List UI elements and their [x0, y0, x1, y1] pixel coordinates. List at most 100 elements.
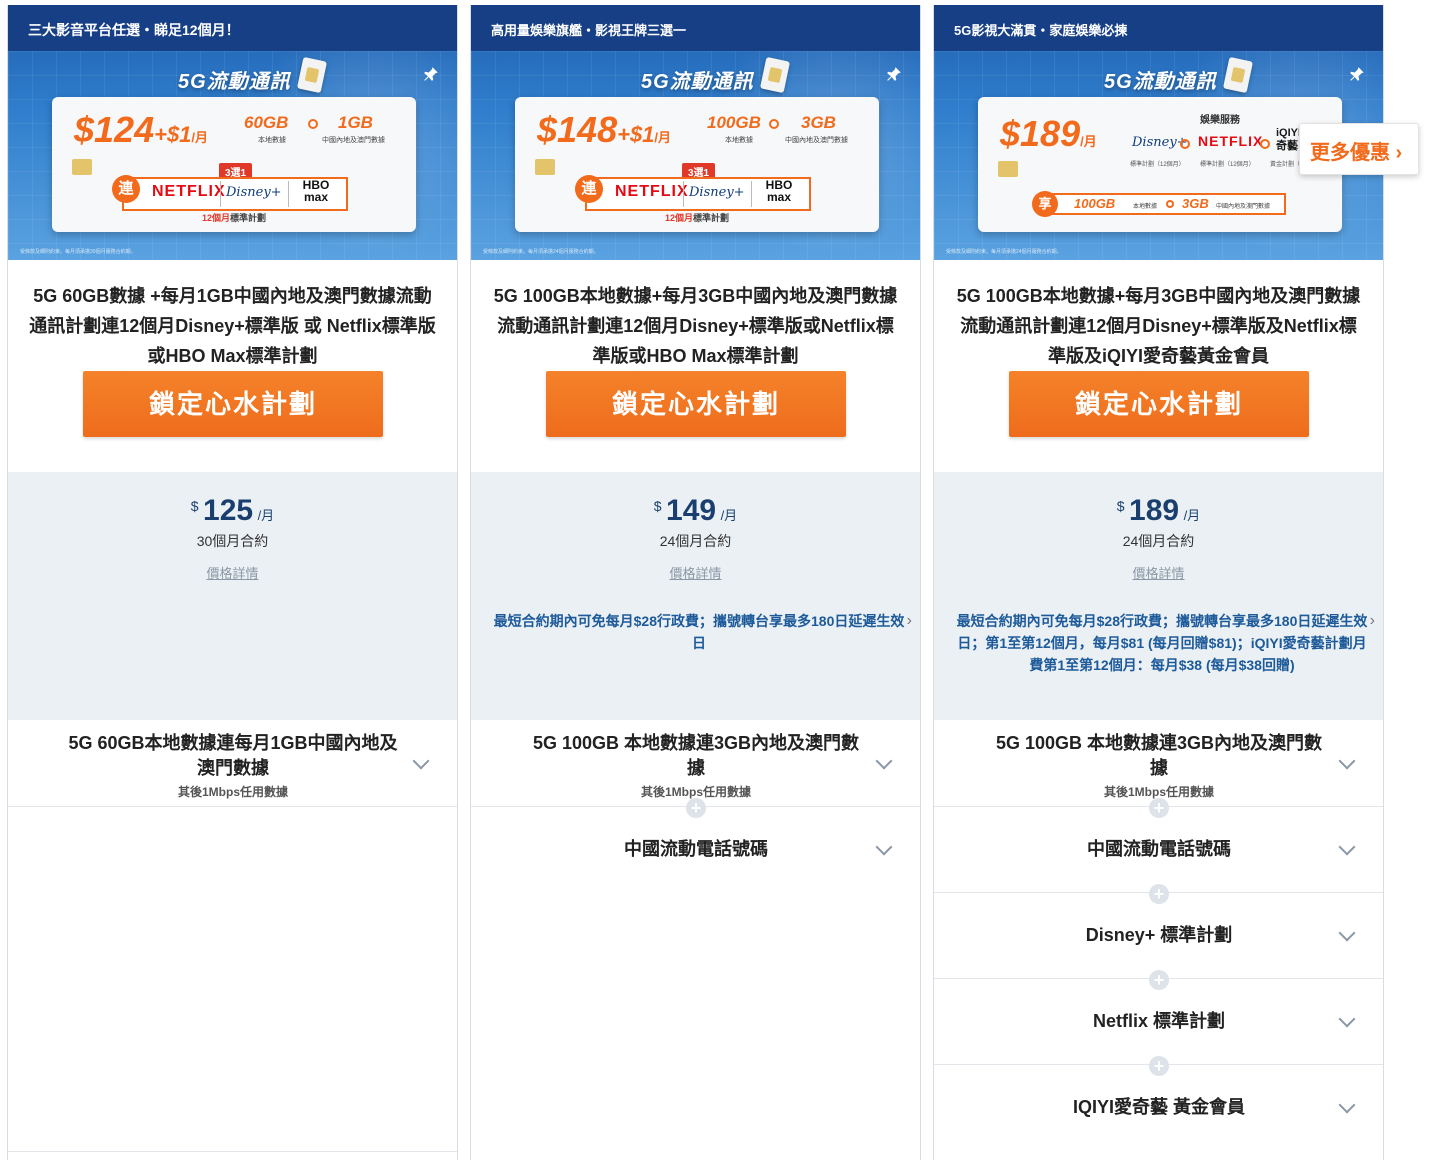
price-currency: $ — [653, 498, 662, 514]
feature-row-number[interactable]: 中國流動電話號碼 — [934, 807, 1383, 893]
promo-text[interactable]: 最短合約期內可免每月$28行政費；攜號轉台享最多180日延遲生效日 — [489, 610, 909, 654]
netflix-logo: NETFLIX — [1198, 133, 1264, 149]
plan-banner[interactable]: 高用量娛樂旗艦・影視王牌三選一 5G流動通訊 $148+$1/月 100GB 本… — [471, 5, 920, 260]
banner-data-china-sub: 中國內地及澳門數據 — [322, 137, 385, 144]
feature-row-data[interactable]: 5G 100GB 本地數據連3GB內地及澳門數據 其後1Mbps任用數據 — [471, 721, 920, 807]
feature-title: 5G 60GB本地數據連每月1GB中國內地及澳門數據 — [68, 733, 398, 778]
plan-card-1: 三大影音平台任選・睇足12個月！ 5G流動通訊 $124+$1/月 60GB 本… — [7, 5, 458, 1160]
feature-title: Netflix 標準計劃 — [1092, 1011, 1225, 1031]
chevron-down-icon[interactable] — [1338, 752, 1356, 770]
plan-standard: 標準計劃 — [693, 213, 730, 223]
entertainment-services-title: 娛樂服務 — [1200, 115, 1240, 126]
banner-price: $124+$1/月 — [74, 109, 208, 151]
pin-icon-svg — [424, 67, 438, 81]
plan-duration: 12個月 — [201, 213, 230, 223]
pin-icon-svg — [887, 67, 901, 81]
feature-row-netflix[interactable]: Netflix 標準計劃 — [934, 979, 1383, 1065]
feature-subtitle: 其後1Mbps任用數據 — [177, 785, 288, 799]
pin-icon[interactable] — [884, 65, 904, 85]
banner-data-local: 100GB — [707, 113, 761, 132]
banner-price-per: /月 — [654, 130, 672, 145]
chevron-down-icon[interactable] — [1338, 1010, 1356, 1028]
plan-duration-note: 12個月標準計劃 — [52, 211, 416, 224]
disney-logo: Disney+ — [226, 185, 282, 200]
feature-title: Disney+ 標準計劃 — [1085, 925, 1233, 945]
price-currency: $ — [1116, 498, 1125, 514]
feature-row-data[interactable]: 5G 100GB 本地數據連3GB內地及澳門數據 其後1Mbps任用數據 — [934, 721, 1383, 807]
monthly-price: $ 125 /月 — [8, 494, 457, 528]
plus-icon — [1166, 200, 1174, 208]
plan-banner[interactable]: 三大影音平台任選・睇足12個月！ 5G流動通訊 $124+$1/月 60GB 本… — [8, 5, 457, 260]
hbo-max-logo: HBO max — [765, 178, 793, 204]
banner-title: 5G流動通訊 — [1104, 71, 1217, 93]
plus-icon — [1260, 139, 1270, 149]
logo-divider — [683, 181, 684, 207]
divider — [8, 1151, 457, 1152]
chevron-down-icon[interactable] — [875, 838, 893, 856]
feature-row-iqiyi[interactable]: IQIYI愛奇藝 黃金會員 — [934, 1065, 1383, 1151]
banner-title: 5G流動通訊 — [178, 71, 291, 93]
plan-title: 5G 100GB本地數據+每月3GB中國內地及澳門數據 流動通訊計劃連12個月D… — [956, 286, 1361, 366]
banner-data-local: 60GB — [244, 113, 289, 132]
banner-plan-box: $148+$1/月 100GB 本地數據 3GB 中國內地及澳門數據 3選1 連… — [515, 97, 879, 232]
contract-length: 30個月合約 — [196, 533, 269, 549]
price-section: $ 149 /月 24個月合約 價格詳情 最短合約期內可免每月$28行政費；攜號… — [471, 472, 920, 720]
chevron-down-icon[interactable] — [412, 752, 430, 770]
banner-small-print: 受條款及細則約束。每月須承擔24個月服務合約期。 — [483, 249, 599, 255]
lock-plan-button[interactable]: 鎖定心水計劃 — [1009, 371, 1309, 437]
lock-plan-button[interactable]: 鎖定心水計劃 — [546, 371, 846, 437]
price-per: /月 — [720, 508, 738, 523]
pin-icon[interactable] — [1347, 65, 1367, 85]
feature-title: 中國流動電話號碼 — [1087, 839, 1231, 859]
price-detail-link[interactable]: 價格詳情 — [8, 563, 457, 582]
feature-row-disney[interactable]: Disney+ 標準計劃 — [934, 893, 1383, 979]
plan-duration: 12個月 — [664, 213, 693, 223]
price-amount: 125 — [203, 494, 254, 527]
promo-text[interactable]: 最短合約期內可免每月$28行政費；攜號轉台享最多180日延遲生效日；第1至第12… — [952, 610, 1372, 676]
price-amount: 189 — [1129, 494, 1180, 527]
lock-plan-button[interactable]: 鎖定心水計劃 — [83, 371, 383, 437]
banner-data-china-sub: 中國內地及澳門數據 — [785, 137, 848, 144]
banner-data-china: 3GB — [1182, 196, 1209, 211]
pin-icon[interactable] — [421, 65, 441, 85]
contract-length: 24個月合約 — [1122, 533, 1195, 549]
plan-title: 5G 60GB數據 +每月1GB中國內地及澳門數據流動通訊計劃連12個月Disn… — [29, 286, 436, 366]
chevron-right-icon[interactable]: › — [907, 612, 912, 630]
banner-data-china: 3GB — [801, 113, 836, 132]
plan-card-3: 5G影視大滿貫・家庭娛樂必揀 5G流動通訊 $189/月 娛樂服務 Disney… — [933, 5, 1384, 1160]
plan-standard: 標準計劃 — [230, 213, 267, 223]
banner-data-china-sub: 中國內地及澳門數據 — [1216, 204, 1271, 210]
plan-tagline: 5G影視大滿貫・家庭娛樂必揀 — [934, 5, 1383, 51]
netflix-logo: NETFLIX — [152, 183, 226, 200]
plus-icon — [308, 119, 318, 129]
more-offers-button[interactable]: 更多優惠 › — [1299, 123, 1419, 175]
logo-divider — [220, 181, 221, 207]
plan-card-2: 高用量娛樂旗艦・影視王牌三選一 5G流動通訊 $148+$1/月 100GB 本… — [470, 5, 921, 1160]
chevron-right-icon[interactable]: › — [1370, 612, 1375, 630]
chevron-down-icon[interactable] — [875, 752, 893, 770]
price-detail-link[interactable]: 價格詳情 — [471, 563, 920, 582]
disney-plan-sub: 標準計劃（12個月） — [1130, 162, 1185, 168]
price-amount: 149 — [666, 494, 717, 527]
price-detail-link[interactable]: 價格詳情 — [934, 563, 1383, 582]
banner-price-per: /月 — [191, 130, 209, 145]
feature-title: 5G 100GB 本地數據連3GB內地及澳門數據 — [995, 733, 1323, 778]
feature-row-number[interactable]: 中國流動電話號碼 — [471, 807, 920, 893]
banner-title: 5G流動通訊 — [641, 71, 754, 93]
logo-divider — [751, 181, 752, 207]
banner-price-plus: +$1 — [617, 122, 655, 147]
chevron-down-icon[interactable] — [1338, 924, 1356, 942]
banner-price: $148+$1/月 — [537, 109, 671, 151]
with-badge: 連 — [575, 175, 603, 203]
feature-title: 5G 100GB 本地數據連3GB內地及澳門數據 — [532, 733, 860, 778]
sim-chip-icon — [535, 159, 555, 175]
feature-row-data[interactable]: 5G 60GB本地數據連每月1GB中國內地及澳門數據 其後1Mbps任用數據 — [8, 721, 457, 807]
logo-divider — [288, 181, 289, 207]
more-offers-label: 更多優惠 — [1310, 142, 1390, 164]
chevron-down-icon[interactable] — [1338, 838, 1356, 856]
plan-duration-note: 12個月標準計劃 — [515, 211, 879, 224]
banner-plan-box: $189/月 娛樂服務 Disney+ NETFLIX iQIYI 愛奇藝 標準… — [978, 97, 1342, 232]
pin-icon-svg — [1350, 67, 1364, 81]
price-per: /月 — [1183, 508, 1201, 523]
chevron-down-icon[interactable] — [1338, 1096, 1356, 1114]
